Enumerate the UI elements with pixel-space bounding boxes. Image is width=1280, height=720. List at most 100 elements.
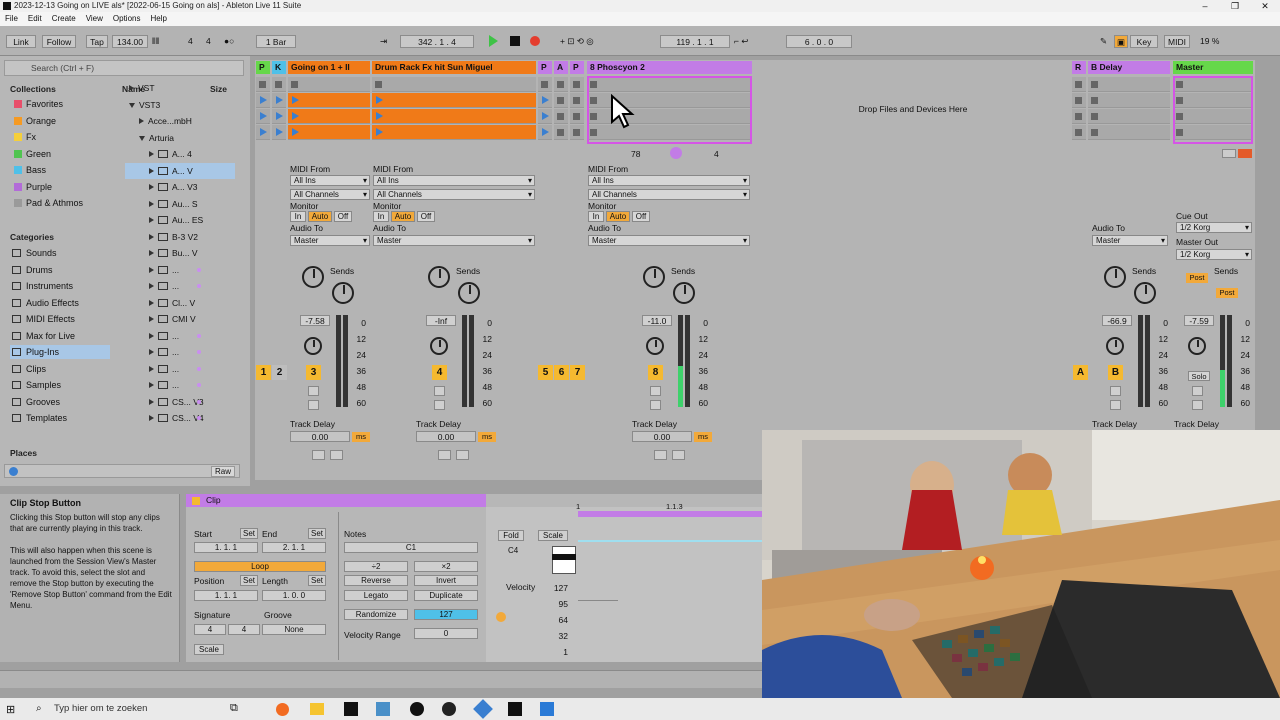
strip4-track-activator[interactable]: B (1108, 365, 1123, 380)
category-item[interactable]: Clips (10, 362, 110, 376)
start-field[interactable]: 1. 1. 1 (194, 542, 258, 553)
send-b-knob[interactable] (458, 282, 480, 304)
expand-icon[interactable] (149, 217, 154, 223)
slot-p2-clip[interactable] (538, 93, 552, 108)
clip-launch-icon[interactable] (260, 112, 267, 120)
clip-signature-num[interactable]: 4 (194, 624, 226, 635)
song-position-field[interactable]: 342 . 1 . 4 (400, 35, 474, 48)
follow-button[interactable]: Follow (42, 35, 76, 48)
slot-b-delay-clip[interactable] (1088, 125, 1170, 140)
category-item[interactable]: Plug-Ins (10, 345, 110, 359)
fold-button[interactable]: Fold (498, 530, 524, 541)
clip-launch-icon[interactable] (376, 96, 383, 104)
slot-p2-clip[interactable] (538, 109, 552, 124)
raw-toggle[interactable]: Raw (210, 466, 235, 477)
track1-audio-to-select[interactable]: Master (290, 235, 370, 246)
strip3-track-activator[interactable]: 8 (648, 365, 663, 380)
slot-p3-clip[interactable] (570, 77, 584, 92)
slot-stop-icon[interactable] (573, 81, 580, 88)
strip3-arm-button[interactable] (650, 400, 661, 410)
return-audio-to-select[interactable]: Master (1092, 235, 1168, 246)
send-a-knob[interactable] (1104, 266, 1126, 288)
category-item[interactable]: MIDI Effects (10, 312, 110, 326)
slot-drum-rack-clip[interactable] (372, 77, 536, 92)
slot-a-clip[interactable] (554, 125, 568, 140)
master-solo-button[interactable]: Solo (1188, 371, 1210, 381)
category-item[interactable]: Drums (10, 263, 110, 277)
clip-launch-icon[interactable] (376, 112, 383, 120)
slot-going-on-clip[interactable] (288, 93, 370, 108)
slot-a-clip[interactable] (554, 109, 568, 124)
track1-monitor-auto[interactable]: Auto (308, 211, 332, 222)
set-start-button[interactable]: Set (240, 528, 258, 539)
play-button[interactable] (489, 35, 498, 47)
reverse-button[interactable]: Reverse (344, 575, 408, 586)
clip-toggle-icon[interactable] (192, 497, 200, 505)
slot-stop-icon[interactable] (375, 81, 382, 88)
strip3-crossfade-b[interactable] (672, 450, 685, 460)
file-explorer-icon[interactable] (310, 703, 324, 715)
signature-numerator[interactable]: 4 (188, 35, 193, 48)
menu-help[interactable]: Help (145, 12, 171, 26)
track3-audio-to-select[interactable]: Master (588, 235, 750, 246)
clip-launch-icon[interactable] (292, 112, 299, 120)
track-header-a[interactable]: A (554, 61, 568, 74)
browser-file-item[interactable]: ... (125, 278, 235, 294)
master-out-select[interactable]: 1/2 Korg (1176, 249, 1252, 260)
collection-item[interactable]: Bass (10, 163, 110, 177)
track2-midi-channel-select[interactable]: All Channels (373, 189, 535, 200)
browser-file-item[interactable]: Arturia (125, 130, 235, 146)
slot-r-clip[interactable] (1072, 109, 1086, 124)
strip2-track-delay-unit[interactable]: ms (478, 432, 496, 442)
expand-icon[interactable] (139, 118, 144, 124)
strip2-track-delay-field[interactable]: 0.00 (416, 431, 476, 442)
browser-file-item[interactable]: CS... V3 (125, 394, 235, 410)
send-a-knob[interactable] (643, 266, 665, 288)
punch-icon[interactable]: ⌐ ↩ (734, 35, 748, 48)
double-button[interactable]: ×2 (414, 561, 478, 572)
clip-launch-icon[interactable] (260, 96, 267, 104)
slot-stop-icon[interactable] (275, 81, 282, 88)
small-strip-activator-7[interactable]: 7 (570, 365, 585, 380)
clip-launch-icon[interactable] (276, 112, 283, 120)
track2-monitor-in[interactable]: In (373, 211, 389, 222)
browser-file-item[interactable]: ... (125, 328, 235, 344)
strip1-pan-knob[interactable] (304, 337, 322, 355)
strip3-track-delay-unit[interactable]: ms (694, 432, 712, 442)
expand-icon[interactable] (149, 250, 154, 256)
slot-r-clip[interactable] (1072, 77, 1086, 92)
expand-icon[interactable] (149, 283, 154, 289)
taskbar-search-icon[interactable]: ⌕ (36, 703, 42, 714)
slot-stop-icon[interactable] (291, 81, 298, 88)
slot-drum-rack-clip[interactable] (372, 125, 536, 140)
preview-bar[interactable]: Raw (4, 464, 240, 478)
clip-launch-icon[interactable] (292, 96, 299, 104)
browser-file-item[interactable]: ... (125, 262, 235, 278)
cue-out-select[interactable]: 1/2 Korg (1176, 222, 1252, 233)
set-length-button[interactable]: Set (308, 575, 326, 586)
legato-button[interactable]: Legato (344, 590, 408, 601)
key-map-icon[interactable]: ▣ (1114, 35, 1128, 48)
track2-monitor-auto[interactable]: Auto (391, 211, 415, 222)
collection-item[interactable]: Purple (10, 180, 110, 194)
strip4-pan-knob[interactable] (1106, 337, 1124, 355)
category-item[interactable]: Instruments (10, 279, 110, 293)
track3-midi-from-select[interactable]: All Ins (588, 175, 750, 186)
slot-stop-icon[interactable] (557, 97, 564, 104)
category-item[interactable]: Max for Live (10, 329, 110, 343)
track3-monitor-off[interactable]: Off (632, 211, 650, 222)
track2-midi-from-select[interactable]: All Ins (373, 175, 535, 186)
category-item[interactable]: Audio Effects (10, 296, 110, 310)
slot-going-on-clip[interactable] (288, 109, 370, 124)
slot-p1-clip[interactable] (256, 125, 270, 140)
slot-b-delay-clip[interactable] (1088, 109, 1170, 124)
send-a-knob[interactable] (302, 266, 324, 288)
midi-map-button[interactable]: MIDI (1164, 35, 1190, 48)
slot-r-clip[interactable] (1072, 93, 1086, 108)
collection-item[interactable]: Pad & Athmos (10, 196, 110, 210)
track-header-b-delay[interactable]: B Delay (1088, 61, 1170, 74)
strip3-track-delay-field[interactable]: 0.00 (632, 431, 692, 442)
track1-midi-channel-select[interactable]: All Channels (290, 189, 370, 200)
slot-drum-rack-clip[interactable] (372, 93, 536, 108)
expand-icon[interactable] (149, 299, 154, 306)
